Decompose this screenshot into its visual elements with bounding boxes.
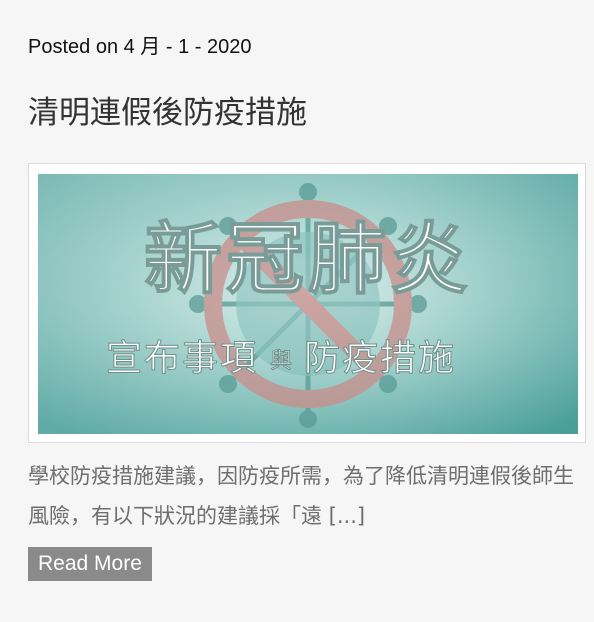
post-excerpt: 學校防疫措施建議，因防疫所需，為了降低清明連假後師生風險，有以下狀況的建議採「遠… (28, 464, 574, 528)
thumbnail-subheadline-right: 防疫措施 (304, 338, 456, 379)
post-title[interactable]: 清明連假後防疫措施 (28, 94, 307, 132)
thumbnail-subheadline-connector: 與 (270, 349, 292, 374)
read-more-button[interactable]: Read More (28, 547, 152, 581)
post-thumbnail[interactable]: 新冠肺炎 宣布事項 與 防疫措施 (38, 174, 578, 434)
thumbnail-image: 新冠肺炎 宣布事項 與 防疫措施 (38, 174, 578, 434)
post-date: Posted on 4 月 - 1 - 2020 (28, 36, 252, 58)
thumbnail-subheadline-left: 宣布事項 (106, 338, 258, 379)
post-thumbnail-frame[interactable]: 新冠肺炎 宣布事項 與 防疫措施 (28, 163, 586, 443)
thumbnail-headline: 新冠肺炎 (144, 215, 472, 305)
